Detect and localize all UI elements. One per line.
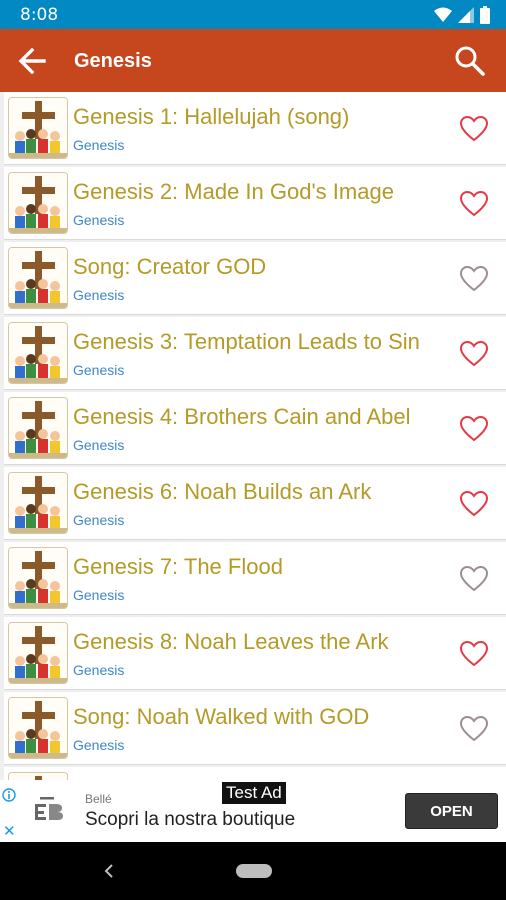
favorite-heart-icon[interactable] <box>459 190 489 217</box>
favorite-heart-icon[interactable] <box>459 565 489 592</box>
item-subtitle: Genesis <box>73 437 125 453</box>
cross-thumbnail-icon <box>8 172 68 234</box>
battery-icon <box>480 6 490 24</box>
ad-brand: Bellé <box>85 792 112 806</box>
test-ad-label: Test Ad <box>221 781 287 805</box>
back-button[interactable] <box>14 43 52 79</box>
favorite-heart-icon[interactable] <box>459 115 489 142</box>
cross-thumbnail-icon <box>8 772 68 780</box>
item-title: Genesis 8: Noah Leaves the Ark <box>73 629 389 654</box>
arrow-left-icon <box>18 47 46 75</box>
item-title: Song: Creator GOD <box>73 254 267 279</box>
list-item[interactable]: Genesis 3: Temptation Leads to Sin Genesi… <box>4 317 506 390</box>
brand-logo-icon <box>35 797 63 820</box>
item-title: Genesis 1: Hallelujah (song) <box>73 104 350 129</box>
cross-thumbnail-icon <box>8 622 68 684</box>
favorite-heart-icon[interactable] <box>459 265 489 292</box>
list-item[interactable]: Genesis 4: Brothers Cain and Abel Genesis <box>4 392 506 465</box>
favorite-heart-icon[interactable] <box>459 490 489 517</box>
item-subtitle: Genesis <box>73 287 125 303</box>
ad-info-icon[interactable] <box>2 788 16 802</box>
list-item[interactable]: Genesis 8: Noah Leaves the Ark Genesis <box>4 617 506 690</box>
item-title: Genesis 4: Brothers Cain and Abel <box>73 404 411 429</box>
list-item[interactable]: Song: Creator GOD Genesis <box>4 242 506 315</box>
list-item[interactable]: Genesis 7: The Flood Genesis <box>4 542 506 615</box>
cross-thumbnail-icon <box>8 97 68 159</box>
cross-thumbnail-icon <box>8 397 68 459</box>
item-title: Genesis 7: The Flood <box>73 554 283 579</box>
search-icon <box>455 46 485 76</box>
page-title: Genesis <box>74 50 152 72</box>
item-title: Song: Noah Walked with GOD <box>73 704 370 729</box>
ad-headline: Scopri la nostra boutique <box>85 809 296 830</box>
cross-thumbnail-icon <box>8 697 68 759</box>
ad-banner[interactable]: Test Ad ✕ Bellé Scopri la nostra boutiqu… <box>0 780 506 842</box>
favorite-heart-icon[interactable] <box>459 340 489 367</box>
cross-thumbnail-icon <box>8 547 68 609</box>
ad-close-icon[interactable]: ✕ <box>3 822 16 840</box>
nav-home-pill[interactable] <box>236 864 272 878</box>
signal-icon <box>458 7 474 23</box>
favorite-heart-icon[interactable] <box>459 715 489 742</box>
cross-thumbnail-icon <box>8 247 68 309</box>
cross-thumbnail-icon <box>8 472 68 534</box>
nav-back-icon[interactable] <box>101 861 117 881</box>
item-subtitle: Genesis <box>73 362 125 378</box>
navigation-bar <box>0 842 506 900</box>
song-list[interactable]: Genesis 1: Hallelujah (song) Genesis Genes… <box>0 92 506 780</box>
item-title: Genesis 2: Made In God's Image <box>73 179 394 204</box>
list-item[interactable]: Genesis 1: Hallelujah (song) Genesis <box>4 92 506 165</box>
item-subtitle: Genesis <box>73 662 125 678</box>
list-item[interactable]: Song: Noah Walked with GOD Genesis <box>4 692 506 765</box>
cross-thumbnail-icon <box>8 322 68 384</box>
item-title: Genesis 3: Temptation Leads to Sin <box>73 329 420 354</box>
list-item[interactable] <box>4 767 506 780</box>
status-bar: 8:08 <box>0 0 506 29</box>
list-item[interactable]: Genesis 2: Made In God's Image Genesis <box>4 167 506 240</box>
status-icons <box>434 6 490 24</box>
ad-open-button[interactable]: OPEN <box>405 793 498 829</box>
app-bar: Genesis <box>0 29 506 92</box>
item-subtitle: Genesis <box>73 587 125 603</box>
status-time: 8:08 <box>20 5 59 25</box>
search-button[interactable] <box>452 43 488 79</box>
item-subtitle: Genesis <box>73 737 125 753</box>
item-title: Genesis 6: Noah Builds an Ark <box>73 479 372 504</box>
item-subtitle: Genesis <box>73 137 125 153</box>
list-item[interactable]: Genesis 6: Noah Builds an Ark Genesis <box>4 467 506 540</box>
wifi-icon <box>434 7 452 22</box>
favorite-heart-icon[interactable] <box>459 640 489 667</box>
item-subtitle: Genesis <box>73 212 125 228</box>
item-subtitle: Genesis <box>73 512 125 528</box>
favorite-heart-icon[interactable] <box>459 415 489 442</box>
